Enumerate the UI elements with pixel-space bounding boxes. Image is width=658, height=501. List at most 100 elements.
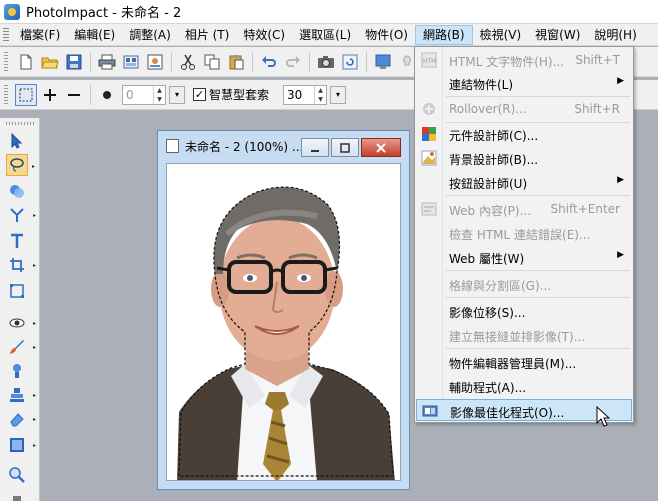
flyout-arrow-icon[interactable]: ▸ [33, 442, 36, 449]
camera-icon[interactable] [315, 51, 337, 73]
menu-item-check-html-links[interactable]: 檢查 HTML 連結錯誤(E)... [416, 222, 632, 244]
toolbar-separator [171, 51, 172, 72]
lasso-width-spin-arrows[interactable]: ▲ ▼ [314, 85, 326, 104]
menu-edit[interactable]: 編輯(E) [67, 25, 122, 45]
submenu-arrow-icon: ▶ [617, 250, 624, 260]
menu-object[interactable]: 物件(O) [358, 25, 415, 45]
soft-edge-dropdown-button[interactable]: ▾ [169, 85, 185, 104]
menu-item-html-text-object[interactable]: HTML HTML 文字物件(H)... Shift+T [416, 49, 632, 71]
open-folder-icon[interactable] [39, 51, 61, 73]
paint-brush-tool-icon[interactable]: ▸ [6, 336, 36, 358]
tool-panel-grip[interactable] [6, 122, 34, 125]
save-icon[interactable] [63, 51, 85, 73]
maximize-button[interactable] [331, 138, 359, 157]
toolbar-grip[interactable] [4, 51, 8, 72]
menu-effects[interactable]: 特效(C) [236, 25, 292, 45]
menu-item-button-designer[interactable]: 按鈕設計師(U) ▶ [416, 171, 632, 193]
copy-icon[interactable] [201, 51, 223, 73]
close-icon [376, 142, 386, 153]
menu-item-web-properties[interactable]: Web 屬性(W) ▶ [416, 246, 632, 268]
lasso-width-spinner[interactable]: ▲▼ [283, 84, 328, 105]
selection-mode-icon[interactable] [15, 83, 37, 106]
pick-tool-icon[interactable] [6, 130, 28, 152]
resize-tool-icon[interactable] [6, 280, 28, 302]
lasso-tool-icon[interactable]: ▸ [6, 154, 35, 176]
menu-item-image-offset[interactable]: 影像位移(S)... [416, 300, 632, 322]
menu-photo[interactable]: 相片 (T) [178, 25, 237, 45]
hand-tool-icon[interactable] [6, 486, 28, 501]
add-selection-icon[interactable] [39, 84, 61, 106]
menu-item-grid-and-slices[interactable]: 格線與分割區(G)... [416, 273, 632, 295]
image-optimizer-icon [422, 403, 438, 419]
transform-tool-icon[interactable]: ▸ [6, 204, 36, 226]
flyout-arrow-icon[interactable]: ▸ [33, 344, 36, 351]
menu-help[interactable]: 說明(H) [587, 25, 643, 45]
submenu-arrow-icon: ▶ [617, 76, 624, 86]
menu-file[interactable]: 檔案(F) [13, 25, 67, 45]
menu-item-label: Rollover(R)... [449, 102, 527, 116]
retouch-tool-icon[interactable] [6, 360, 28, 382]
eraser-tool-icon[interactable]: ▸ [6, 408, 36, 430]
image-canvas[interactable] [166, 163, 401, 481]
close-button[interactable] [361, 138, 401, 157]
menu-item-web-content[interactable]: Web 內容(P)... Shift+Enter [416, 198, 632, 220]
menu-grip[interactable] [3, 27, 9, 42]
soft-edge-input[interactable] [123, 85, 153, 104]
subtract-selection-icon[interactable] [63, 84, 85, 106]
soft-edge-spinner[interactable]: ▲▼ [122, 84, 166, 105]
menu-selection[interactable]: 選取區(L) [292, 25, 358, 45]
print-icon[interactable] [96, 51, 118, 73]
fill-tool-icon[interactable]: ▸ [6, 434, 36, 456]
menu-item-rollover[interactable]: Rollover(R)... Shift+R [416, 98, 632, 120]
minimize-button[interactable] [301, 138, 329, 157]
redo-icon[interactable] [282, 51, 304, 73]
menu-item-background-designer[interactable]: 背景設計師(B)... [416, 147, 632, 169]
cut-icon[interactable] [177, 51, 199, 73]
menu-item-label: 背景設計師(B)... [449, 153, 539, 167]
zoom-tool-icon[interactable] [6, 464, 28, 486]
red-eye-tool-icon[interactable]: ▸ [6, 312, 36, 334]
tool-panel: ▸ ▸ ▸ ▸ ▸ ▸ ▸ ▸ [0, 118, 40, 501]
menu-item-seamless-tile[interactable]: 建立無接縫並排影像(T)... [416, 324, 632, 346]
background-designer-icon [421, 150, 437, 166]
flyout-arrow-icon[interactable]: ▸ [33, 416, 36, 423]
paste-icon[interactable] [225, 51, 247, 73]
menu-item-assistant[interactable]: 輔助程式(A)... [416, 375, 632, 397]
refresh-view-icon[interactable] [339, 51, 361, 73]
menu-item-label: 影像位移(S)... [449, 306, 526, 320]
preview-browser-icon[interactable] [372, 51, 394, 73]
toolbar-grip[interactable] [4, 84, 8, 105]
flyout-arrow-icon[interactable]: ▸ [33, 392, 36, 399]
checkbox-checked-icon[interactable]: ✓ [193, 88, 206, 101]
flyout-arrow-icon[interactable]: ▸ [33, 320, 36, 327]
text-tool-icon[interactable] [6, 230, 28, 252]
mouse-cursor-icon [596, 405, 611, 431]
menu-item-object-editor-manager[interactable]: 物件編輯器管理員(M)... [416, 351, 632, 373]
submenu-arrow-icon: ▶ [617, 175, 624, 185]
scan-icon[interactable] [120, 51, 142, 73]
flyout-arrow-icon[interactable]: ▸ [32, 163, 35, 170]
image-import-icon[interactable] [144, 51, 166, 73]
crop-tool-icon[interactable]: ▸ [6, 254, 36, 276]
clone-stamp-tool-icon[interactable]: ▸ [6, 384, 36, 406]
menu-separator [446, 348, 630, 349]
lasso-width-dropdown-button[interactable]: ▾ [330, 85, 347, 104]
lasso-width-input[interactable] [284, 85, 315, 104]
menu-item-link-object[interactable]: 連結物件(L) ▶ [416, 72, 632, 94]
menu-window[interactable]: 視窗(W) [528, 25, 587, 45]
flyout-arrow-icon[interactable]: ▸ [33, 262, 36, 269]
menu-separator [446, 96, 630, 97]
document-window[interactable]: 未命名 - 2 (100%) ... [157, 130, 410, 490]
path-tool-icon[interactable] [6, 180, 28, 202]
menu-web[interactable]: 網路(B) [414, 24, 473, 45]
soft-edge-spin-arrows[interactable]: ▲ ▼ [153, 85, 165, 104]
menu-separator [446, 195, 630, 196]
menu-item-component-designer[interactable]: 元件設計師(C)... [416, 123, 632, 145]
menu-adjust[interactable]: 調整(A) [122, 25, 178, 45]
undo-icon[interactable] [258, 51, 280, 73]
new-file-icon[interactable] [15, 51, 37, 73]
smart-lasso-checkbox[interactable]: ✓ 智慧型套索 [193, 86, 269, 103]
flyout-arrow-icon[interactable]: ▸ [33, 212, 36, 219]
menu-item-shortcut: Shift+Enter [550, 202, 620, 216]
menu-view[interactable]: 檢視(V) [473, 25, 529, 45]
